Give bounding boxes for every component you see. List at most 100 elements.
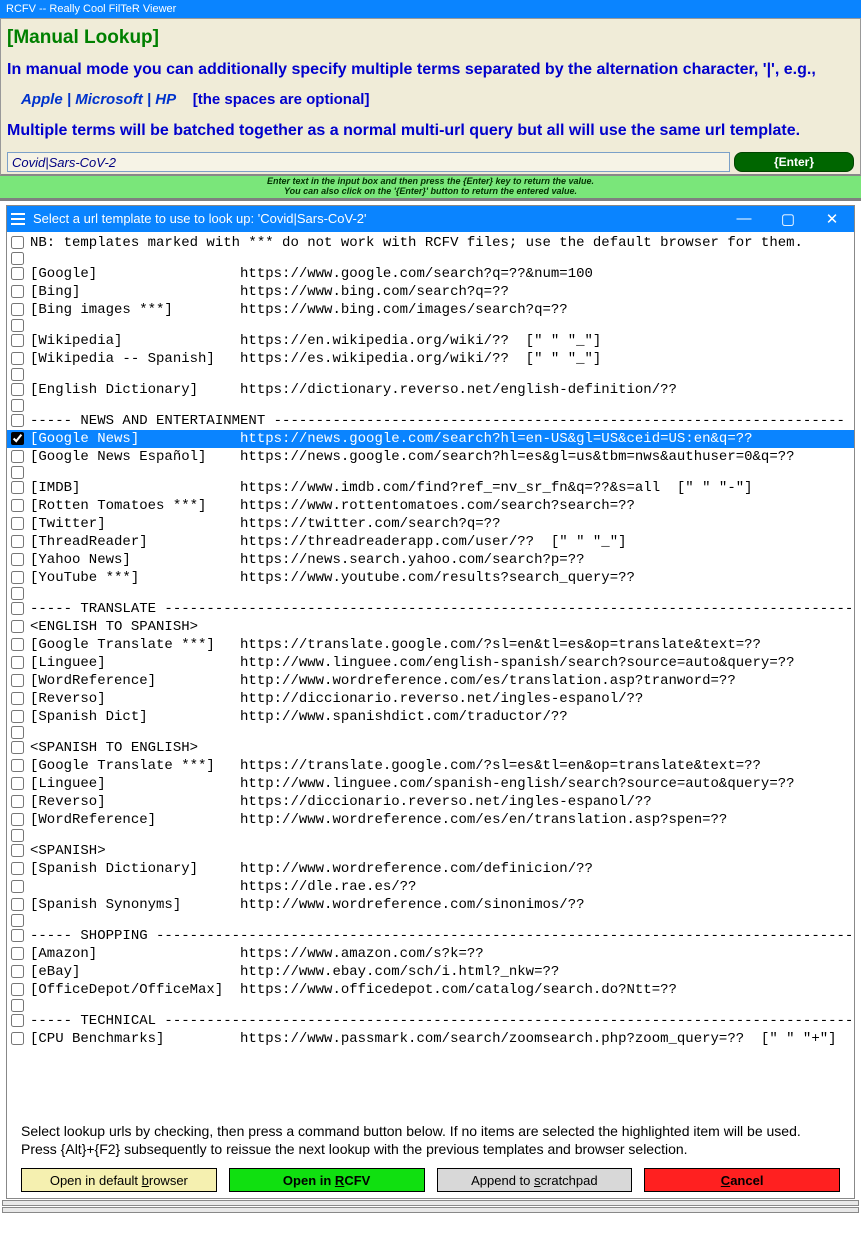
- list-item[interactable]: <SPANISH TO ENGLISH>: [7, 739, 854, 757]
- list-item[interactable]: [Reverso] http://diccionario.reverso.net…: [7, 690, 854, 708]
- list-item[interactable]: <SPANISH>: [7, 842, 854, 860]
- list-item[interactable]: [YouTube ***] https://www.youtube.com/re…: [7, 569, 854, 587]
- list-item-checkbox[interactable]: [11, 285, 24, 298]
- list-item[interactable]: [WordReference] http://www.wordreference…: [7, 672, 854, 690]
- list-item-checkbox[interactable]: [11, 741, 24, 754]
- list-item-checkbox[interactable]: [11, 535, 24, 548]
- list-item[interactable]: ----- TRANSLATE ------------------------…: [7, 600, 854, 618]
- list-item[interactable]: [7, 399, 854, 412]
- list-item[interactable]: [7, 466, 854, 479]
- list-item[interactable]: [Linguee] http://www.linguee.com/english…: [7, 654, 854, 672]
- term-input[interactable]: [7, 152, 730, 172]
- list-item[interactable]: [OfficeDepot/OfficeMax] https://www.offi…: [7, 981, 854, 999]
- list-item-checkbox[interactable]: [11, 726, 24, 739]
- list-item[interactable]: [Google Translate ***] https://translate…: [7, 757, 854, 775]
- list-item[interactable]: [7, 252, 854, 265]
- maximize-button[interactable]: ▢: [766, 206, 810, 232]
- template-list[interactable]: NB: templates marked with *** do not wor…: [7, 232, 854, 1112]
- list-item-checkbox[interactable]: [11, 602, 24, 615]
- list-item-checkbox[interactable]: [11, 450, 24, 463]
- list-item[interactable]: [English Dictionary] https://dictionary.…: [7, 381, 854, 399]
- list-item[interactable]: <ENGLISH TO SPANISH>: [7, 618, 854, 636]
- list-item-checkbox[interactable]: [11, 674, 24, 687]
- list-item[interactable]: [Google Translate ***] https://translate…: [7, 636, 854, 654]
- list-item-checkbox[interactable]: [11, 829, 24, 842]
- list-item-checkbox[interactable]: [11, 965, 24, 978]
- list-item[interactable]: [7, 829, 854, 842]
- list-item[interactable]: [7, 319, 854, 332]
- list-item-checkbox[interactable]: [11, 481, 24, 494]
- list-item[interactable]: https://dle.rae.es/??: [7, 878, 854, 896]
- list-item-checkbox[interactable]: [11, 914, 24, 927]
- minimize-button[interactable]: —: [722, 206, 766, 232]
- list-item-checkbox[interactable]: [11, 571, 24, 584]
- list-item[interactable]: [7, 726, 854, 739]
- list-item-checkbox[interactable]: [11, 368, 24, 381]
- list-item-checkbox[interactable]: [11, 414, 24, 427]
- list-item-checkbox[interactable]: [11, 334, 24, 347]
- list-item-checkbox[interactable]: [11, 517, 24, 530]
- list-item[interactable]: [Bing] https://www.bing.com/search?q=??: [7, 283, 854, 301]
- list-item-checkbox[interactable]: [11, 620, 24, 633]
- list-item[interactable]: [Reverso] https://diccionario.reverso.ne…: [7, 793, 854, 811]
- list-item[interactable]: [Google News Español] https://news.googl…: [7, 448, 854, 466]
- list-item[interactable]: [7, 368, 854, 381]
- list-item[interactable]: ----- NEWS AND ENTERTAINMENT -----------…: [7, 412, 854, 430]
- append-scratch-button[interactable]: Append to scratchpad: [437, 1168, 633, 1192]
- list-item[interactable]: [Bing images ***] https://www.bing.com/i…: [7, 301, 854, 319]
- cancel-button[interactable]: Cancel: [644, 1168, 840, 1192]
- list-item[interactable]: ----- SHOPPING -------------------------…: [7, 927, 854, 945]
- list-item-checkbox[interactable]: [11, 432, 24, 445]
- list-item[interactable]: [Spanish Dict] http://www.spanishdict.co…: [7, 708, 854, 726]
- list-item-checkbox[interactable]: [11, 844, 24, 857]
- list-item-checkbox[interactable]: [11, 553, 24, 566]
- list-item-checkbox[interactable]: [11, 267, 24, 280]
- list-item[interactable]: [Twitter] https://twitter.com/search?q=?…: [7, 515, 854, 533]
- list-item[interactable]: NB: templates marked with *** do not wor…: [7, 234, 854, 252]
- list-item[interactable]: [Wikipedia] https://en.wikipedia.org/wik…: [7, 332, 854, 350]
- list-item[interactable]: [Google] https://www.google.com/search?q…: [7, 265, 854, 283]
- list-item-checkbox[interactable]: [11, 383, 24, 396]
- list-item-checkbox[interactable]: [11, 947, 24, 960]
- list-item-checkbox[interactable]: [11, 710, 24, 723]
- list-item-checkbox[interactable]: [11, 898, 24, 911]
- list-item-checkbox[interactable]: [11, 638, 24, 651]
- list-item-checkbox[interactable]: [11, 999, 24, 1012]
- list-item-checkbox[interactable]: [11, 466, 24, 479]
- enter-button[interactable]: {Enter}: [734, 152, 854, 172]
- list-item[interactable]: [7, 999, 854, 1012]
- list-item[interactable]: [IMDB] https://www.imdb.com/find?ref_=nv…: [7, 479, 854, 497]
- list-item[interactable]: [CPU Benchmarks] https://www.passmark.co…: [7, 1030, 854, 1048]
- list-item-checkbox[interactable]: [11, 862, 24, 875]
- list-item[interactable]: ----- TECHNICAL ------------------------…: [7, 1012, 854, 1030]
- close-button[interactable]: ✕: [810, 206, 854, 232]
- list-item-checkbox[interactable]: [11, 777, 24, 790]
- list-item-checkbox[interactable]: [11, 656, 24, 669]
- list-item-checkbox[interactable]: [11, 352, 24, 365]
- list-item[interactable]: [Wikipedia -- Spanish] https://es.wikipe…: [7, 350, 854, 368]
- list-item-checkbox[interactable]: [11, 319, 24, 332]
- list-item[interactable]: [7, 914, 854, 927]
- list-item[interactable]: [eBay] http://www.ebay.com/sch/i.html?_n…: [7, 963, 854, 981]
- list-item[interactable]: [Google News] https://news.google.com/se…: [7, 430, 854, 448]
- list-item-checkbox[interactable]: [11, 252, 24, 265]
- list-item[interactable]: [Spanish Synonyms] http://www.wordrefere…: [7, 896, 854, 914]
- list-item-checkbox[interactable]: [11, 587, 24, 600]
- list-item[interactable]: [WordReference] http://www.wordreference…: [7, 811, 854, 829]
- list-item-checkbox[interactable]: [11, 692, 24, 705]
- list-item[interactable]: [Yahoo News] https://news.search.yahoo.c…: [7, 551, 854, 569]
- list-item-checkbox[interactable]: [11, 880, 24, 893]
- list-item[interactable]: [7, 587, 854, 600]
- list-item[interactable]: [Linguee] http://www.linguee.com/spanish…: [7, 775, 854, 793]
- list-item[interactable]: [Spanish Dictionary] http://www.wordrefe…: [7, 860, 854, 878]
- list-item[interactable]: [ThreadReader] https://threadreaderapp.c…: [7, 533, 854, 551]
- list-item-checkbox[interactable]: [11, 929, 24, 942]
- list-item-checkbox[interactable]: [11, 303, 24, 316]
- list-item-checkbox[interactable]: [11, 813, 24, 826]
- open-rcfv-button[interactable]: Open in RCFV: [229, 1168, 425, 1192]
- open-browser-button[interactable]: Open in default browser: [21, 1168, 217, 1192]
- list-item-checkbox[interactable]: [11, 1014, 24, 1027]
- list-item-checkbox[interactable]: [11, 983, 24, 996]
- list-item[interactable]: [Amazon] https://www.amazon.com/s?k=??: [7, 945, 854, 963]
- list-item-checkbox[interactable]: [11, 236, 24, 249]
